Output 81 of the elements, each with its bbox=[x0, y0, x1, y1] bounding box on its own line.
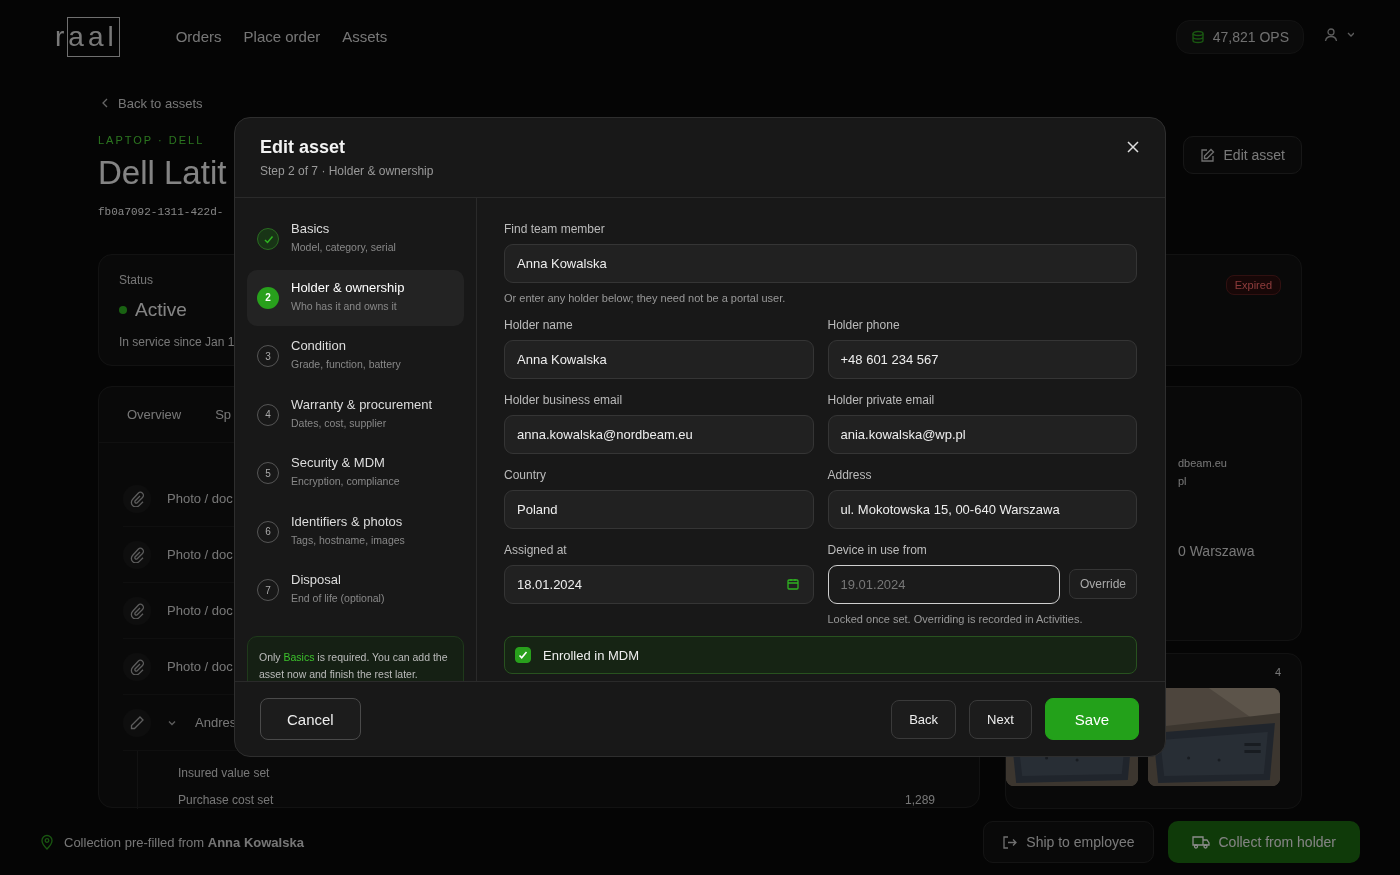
user-icon bbox=[1324, 28, 1354, 43]
field-label: Assigned at bbox=[504, 543, 568, 557]
photo-count: 4 bbox=[1273, 666, 1281, 678]
input-field[interactable]: Poland bbox=[504, 490, 814, 529]
tab[interactable]: Sp bbox=[215, 407, 232, 422]
back-button[interactable]: Back bbox=[891, 699, 957, 739]
paperclip-icon bbox=[129, 658, 145, 675]
dialog-title: Edit asset bbox=[260, 137, 347, 158]
next-button[interactable]: Next bbox=[969, 699, 1032, 739]
wizard-step[interactable]: 5 Security & MDM Encryption, compliance bbox=[247, 445, 464, 501]
field-label: Holder phone bbox=[827, 318, 901, 332]
field-label: Country bbox=[504, 468, 548, 482]
detail-label: Purchase cost set bbox=[178, 792, 274, 807]
nav-link[interactable]: Place order bbox=[243, 28, 321, 46]
required-note: Only Basics is required. You can add the asset now and finish the rest later. bbox=[247, 636, 464, 681]
status-label: Status bbox=[119, 273, 155, 287]
field-hint: Or enter any holder below; they need not be a portal user. bbox=[504, 292, 787, 304]
detail-label: Insured value set bbox=[178, 765, 270, 780]
edit-asset-button[interactable]: Edit asset bbox=[1182, 136, 1302, 174]
date-field[interactable]: 18.01.2024 bbox=[504, 565, 814, 604]
tab[interactable]: Overview bbox=[127, 407, 182, 422]
asset-title: Dell Latit bbox=[98, 154, 227, 192]
field-label: Holder business email bbox=[504, 393, 624, 407]
check-icon bbox=[262, 233, 274, 245]
nav-link[interactable]: Orders bbox=[175, 28, 222, 46]
field-label: Find team member bbox=[504, 222, 606, 236]
chevron-left-icon bbox=[102, 98, 108, 108]
status-dot bbox=[119, 306, 127, 314]
status-since: In service since Jan 1 bbox=[119, 335, 235, 349]
close-icon bbox=[1127, 141, 1139, 153]
coins-icon bbox=[1190, 29, 1205, 44]
pencil-icon bbox=[129, 714, 145, 731]
check-icon bbox=[518, 650, 528, 660]
cancel-button[interactable]: Cancel bbox=[260, 698, 361, 740]
asset-id: fb0a7092-1311-422d- bbox=[98, 206, 225, 218]
balance-pill[interactable]: 47,821 OPS bbox=[1175, 19, 1304, 54]
input-field[interactable]: anna.kowalska@nordbeam.eu bbox=[504, 415, 814, 454]
edit-icon bbox=[1199, 147, 1215, 163]
location-pin-icon bbox=[40, 834, 54, 850]
asset-category: LAPTOP · DELL bbox=[98, 134, 206, 146]
paperclip-icon bbox=[129, 490, 145, 507]
wizard-step[interactable]: 7 Disposal End of life (optional) bbox=[247, 562, 464, 618]
row-label: Photo / doc bbox=[167, 659, 233, 674]
ship-to-employee-button[interactable]: Ship to employee bbox=[983, 821, 1154, 863]
paperclip-icon bbox=[129, 602, 145, 619]
calendar-icon bbox=[786, 578, 799, 590]
paperclip-icon bbox=[129, 546, 145, 563]
team-member-search-field[interactable]: Anna Kowalska bbox=[504, 244, 1137, 283]
detail-value: 1,289 bbox=[904, 792, 935, 807]
field-label: Holder private email bbox=[827, 393, 936, 407]
expired-badge: Expired bbox=[1225, 275, 1281, 295]
wizard-step[interactable]: 4 Warranty & procurement Dates, cost, supplier bbox=[247, 386, 464, 443]
wizard-step[interactable]: 3 Condition Grade, function, battery bbox=[247, 328, 464, 384]
truck-icon bbox=[1191, 835, 1210, 849]
input-field[interactable]: Anna Kowalska bbox=[504, 340, 814, 379]
wizard-step[interactable]: 2 Holder & ownership Who has it and owns it bbox=[247, 269, 464, 326]
status-value: Active bbox=[135, 299, 187, 321]
collection-note: Collection pre-filled from Anna Kowalska bbox=[64, 834, 304, 850]
nav-link[interactable]: Assets bbox=[342, 28, 388, 46]
wizard-step[interactable]: 6 Identifiers & photos Tags, hostname, images bbox=[247, 503, 464, 560]
exit-arrow-icon bbox=[1002, 834, 1018, 850]
wizard-step[interactable]: Basics Model, category, serial bbox=[247, 211, 464, 267]
row-label: Photo / doc bbox=[167, 491, 233, 506]
row-label: Photo / doc bbox=[167, 603, 233, 618]
dialog-subtitle: Step 2 of 7 · Holder & ownership bbox=[260, 164, 434, 178]
holder-address: 0 Warszawa bbox=[1178, 543, 1256, 559]
input-field[interactable]: ania.kowalska@wp.pl bbox=[827, 415, 1137, 454]
field-label: Holder name bbox=[504, 318, 574, 332]
input-field[interactable]: ul. Mokotowska 15, 00-640 Warszawa bbox=[827, 490, 1137, 529]
checkbox[interactable] bbox=[515, 647, 531, 663]
field-label: Address bbox=[827, 468, 873, 482]
field-hint: Locked once set. Overriding is recorded in Activities. bbox=[827, 613, 1084, 625]
mdm-checkbox-row[interactable]: Enrolled in MDM bbox=[504, 636, 1137, 674]
checkbox-label: Enrolled in MDM bbox=[543, 647, 640, 663]
back-link[interactable]: Back to assets bbox=[118, 95, 203, 111]
holder-email: pl bbox=[1178, 475, 1188, 487]
holder-email: dbeam.eu bbox=[1178, 457, 1228, 469]
input-field[interactable]: +48 601 234 567 bbox=[827, 340, 1137, 379]
field-label: Device in use from bbox=[827, 543, 928, 557]
row-label: Photo / doc bbox=[167, 547, 233, 562]
basics-link[interactable]: Basics bbox=[283, 651, 315, 663]
